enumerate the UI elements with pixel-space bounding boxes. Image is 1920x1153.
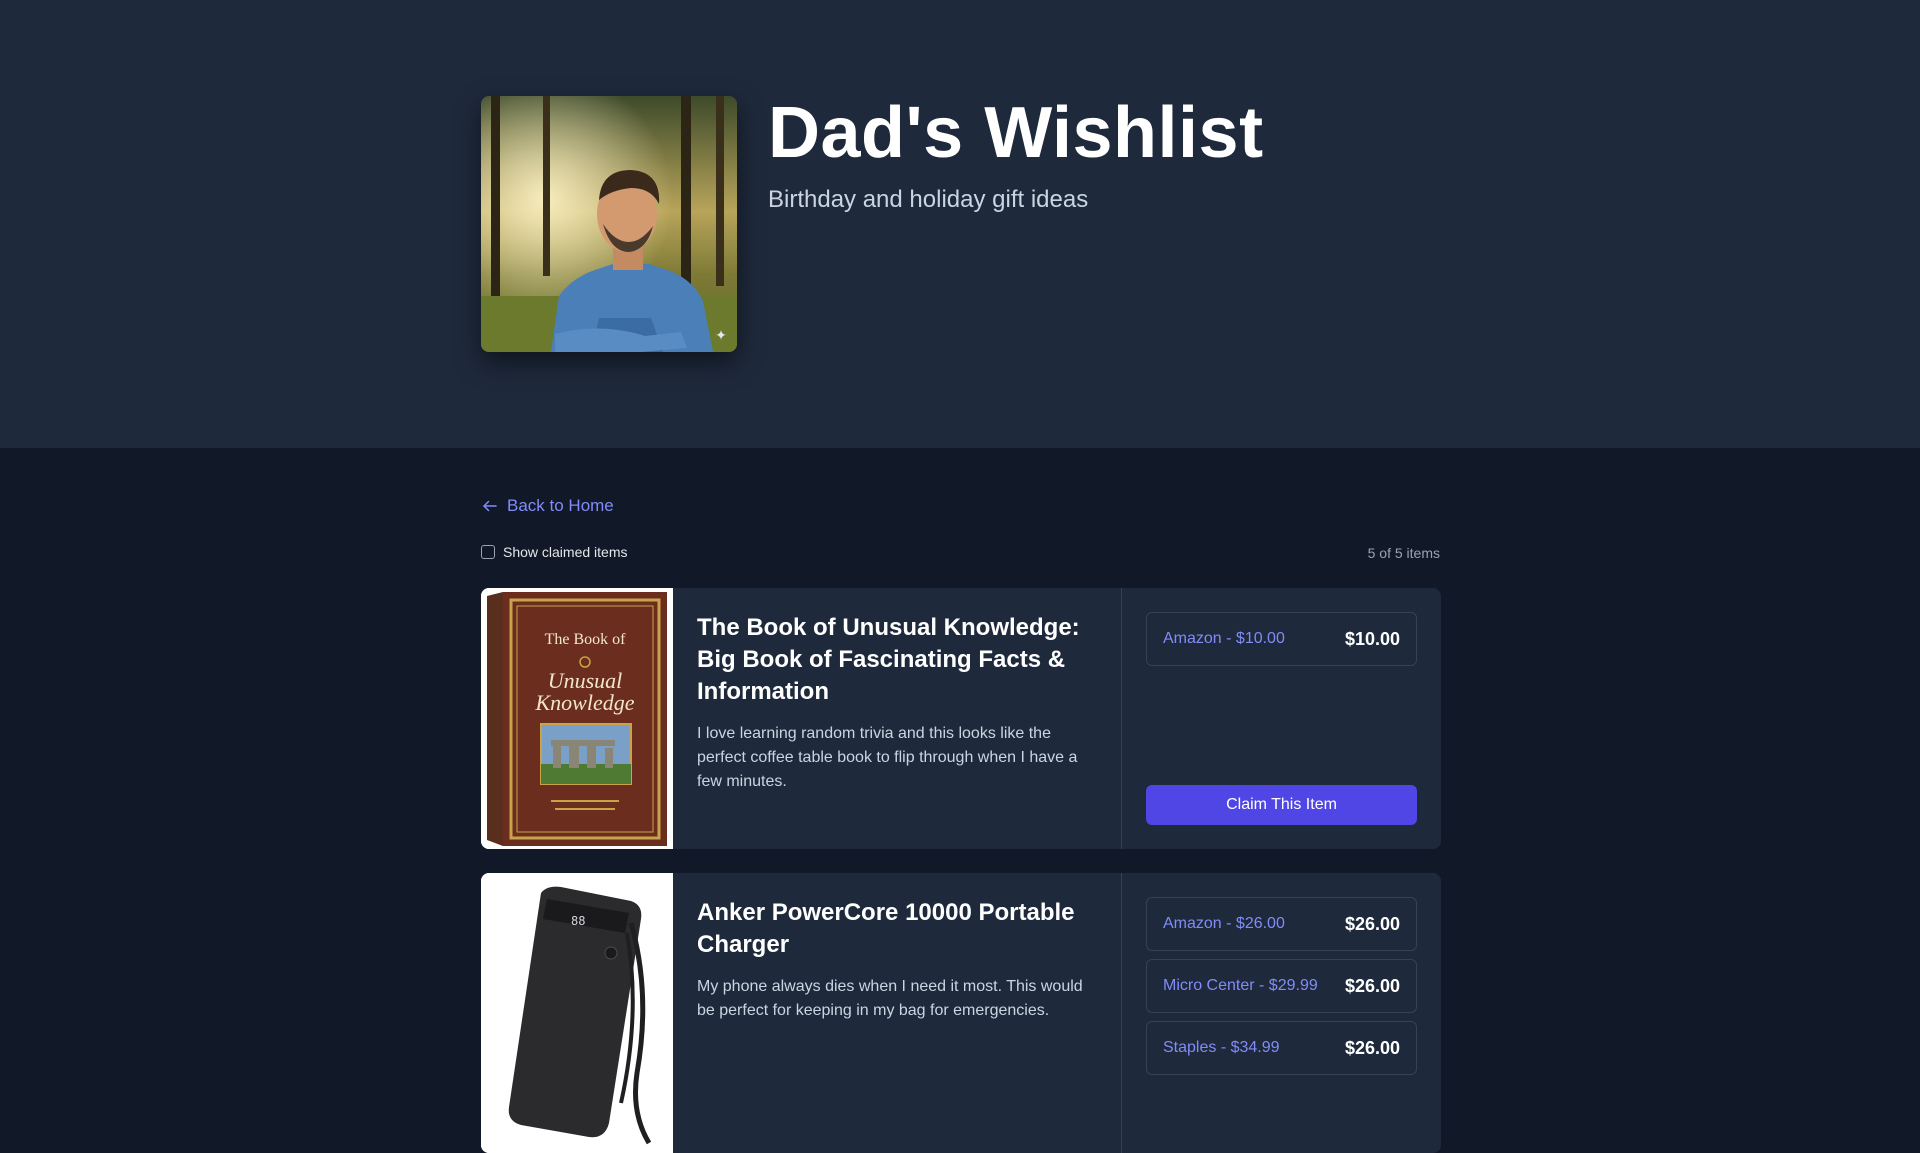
back-link-label: Back to Home: [507, 496, 614, 515]
svg-text:✦: ✦: [715, 328, 727, 344]
item-title[interactable]: The Book of Unusual Knowledge: Big Book …: [697, 612, 1089, 708]
arrow-left-icon: [483, 500, 497, 512]
show-claimed-checkbox[interactable]: [481, 545, 495, 559]
owner-photo: ✦: [481, 96, 737, 352]
item-image: The Book of Unusual Knowledge: [481, 588, 673, 849]
item-purchase-panel: Amazon - $10.00 $10.00 Claim This Item: [1121, 588, 1441, 849]
item-description: I love learning random trivia and this l…: [697, 725, 1078, 790]
wishlist-item-card: The Book of Unusual Knowledge The Book o…: [481, 588, 1441, 849]
item-title[interactable]: Anker PowerCore 10000 Portable Charger: [697, 897, 1089, 961]
price-value: $26.00: [1344, 975, 1400, 996]
back-to-home-link[interactable]: Back to Home: [481, 496, 614, 516]
item-details: The Book of Unusual Knowledge: Big Book …: [697, 612, 1089, 794]
cover-title-line-1: The Book of: [545, 631, 627, 648]
show-claimed-toggle[interactable]: Show claimed items: [481, 544, 628, 560]
device-screen-digits: 88: [571, 914, 585, 928]
item-description: My phone always dies when I need it most…: [697, 978, 1083, 1019]
show-claimed-label: Show claimed items: [503, 544, 628, 560]
price-option[interactable]: Amazon - $26.00 $26.00: [1146, 897, 1417, 951]
price-option[interactable]: Micro Center - $29.99 $26.00: [1146, 959, 1417, 1013]
price-option[interactable]: Staples - $34.99 $26.00: [1146, 1021, 1417, 1075]
price-option[interactable]: Amazon - $10.00 $10.00: [1146, 612, 1417, 666]
item-image: 88: [481, 873, 673, 1153]
price-value: $10.00: [1344, 628, 1400, 649]
store-link[interactable]: Amazon - $10.00: [1163, 630, 1285, 648]
store-link[interactable]: Staples - $34.99: [1163, 1039, 1280, 1057]
price-value: $26.00: [1344, 1037, 1400, 1058]
store-link[interactable]: Micro Center - $29.99: [1163, 977, 1318, 995]
wishlist-item-card: 88 Anker PowerCore 10000 Portable Charge…: [481, 873, 1441, 1153]
page-title: Dad's Wishlist: [768, 93, 1264, 173]
claim-item-button[interactable]: Claim This Item: [1146, 785, 1417, 825]
item-purchase-panel: Amazon - $26.00 $26.00 Micro Center - $2…: [1121, 873, 1441, 1153]
price-value: $26.00: [1344, 913, 1400, 934]
page-subtitle: Birthday and holiday gift ideas: [768, 186, 1089, 213]
wishlist-header: ✦ Dad's Wishlist Birthday and holiday gi…: [0, 0, 1920, 448]
item-details: Anker PowerCore 10000 Portable Charger M…: [697, 897, 1089, 1023]
item-count: 5 of 5 items: [1367, 545, 1440, 561]
store-link[interactable]: Amazon - $26.00: [1163, 915, 1285, 933]
cover-title-line-3: Knowledge: [535, 690, 635, 715]
